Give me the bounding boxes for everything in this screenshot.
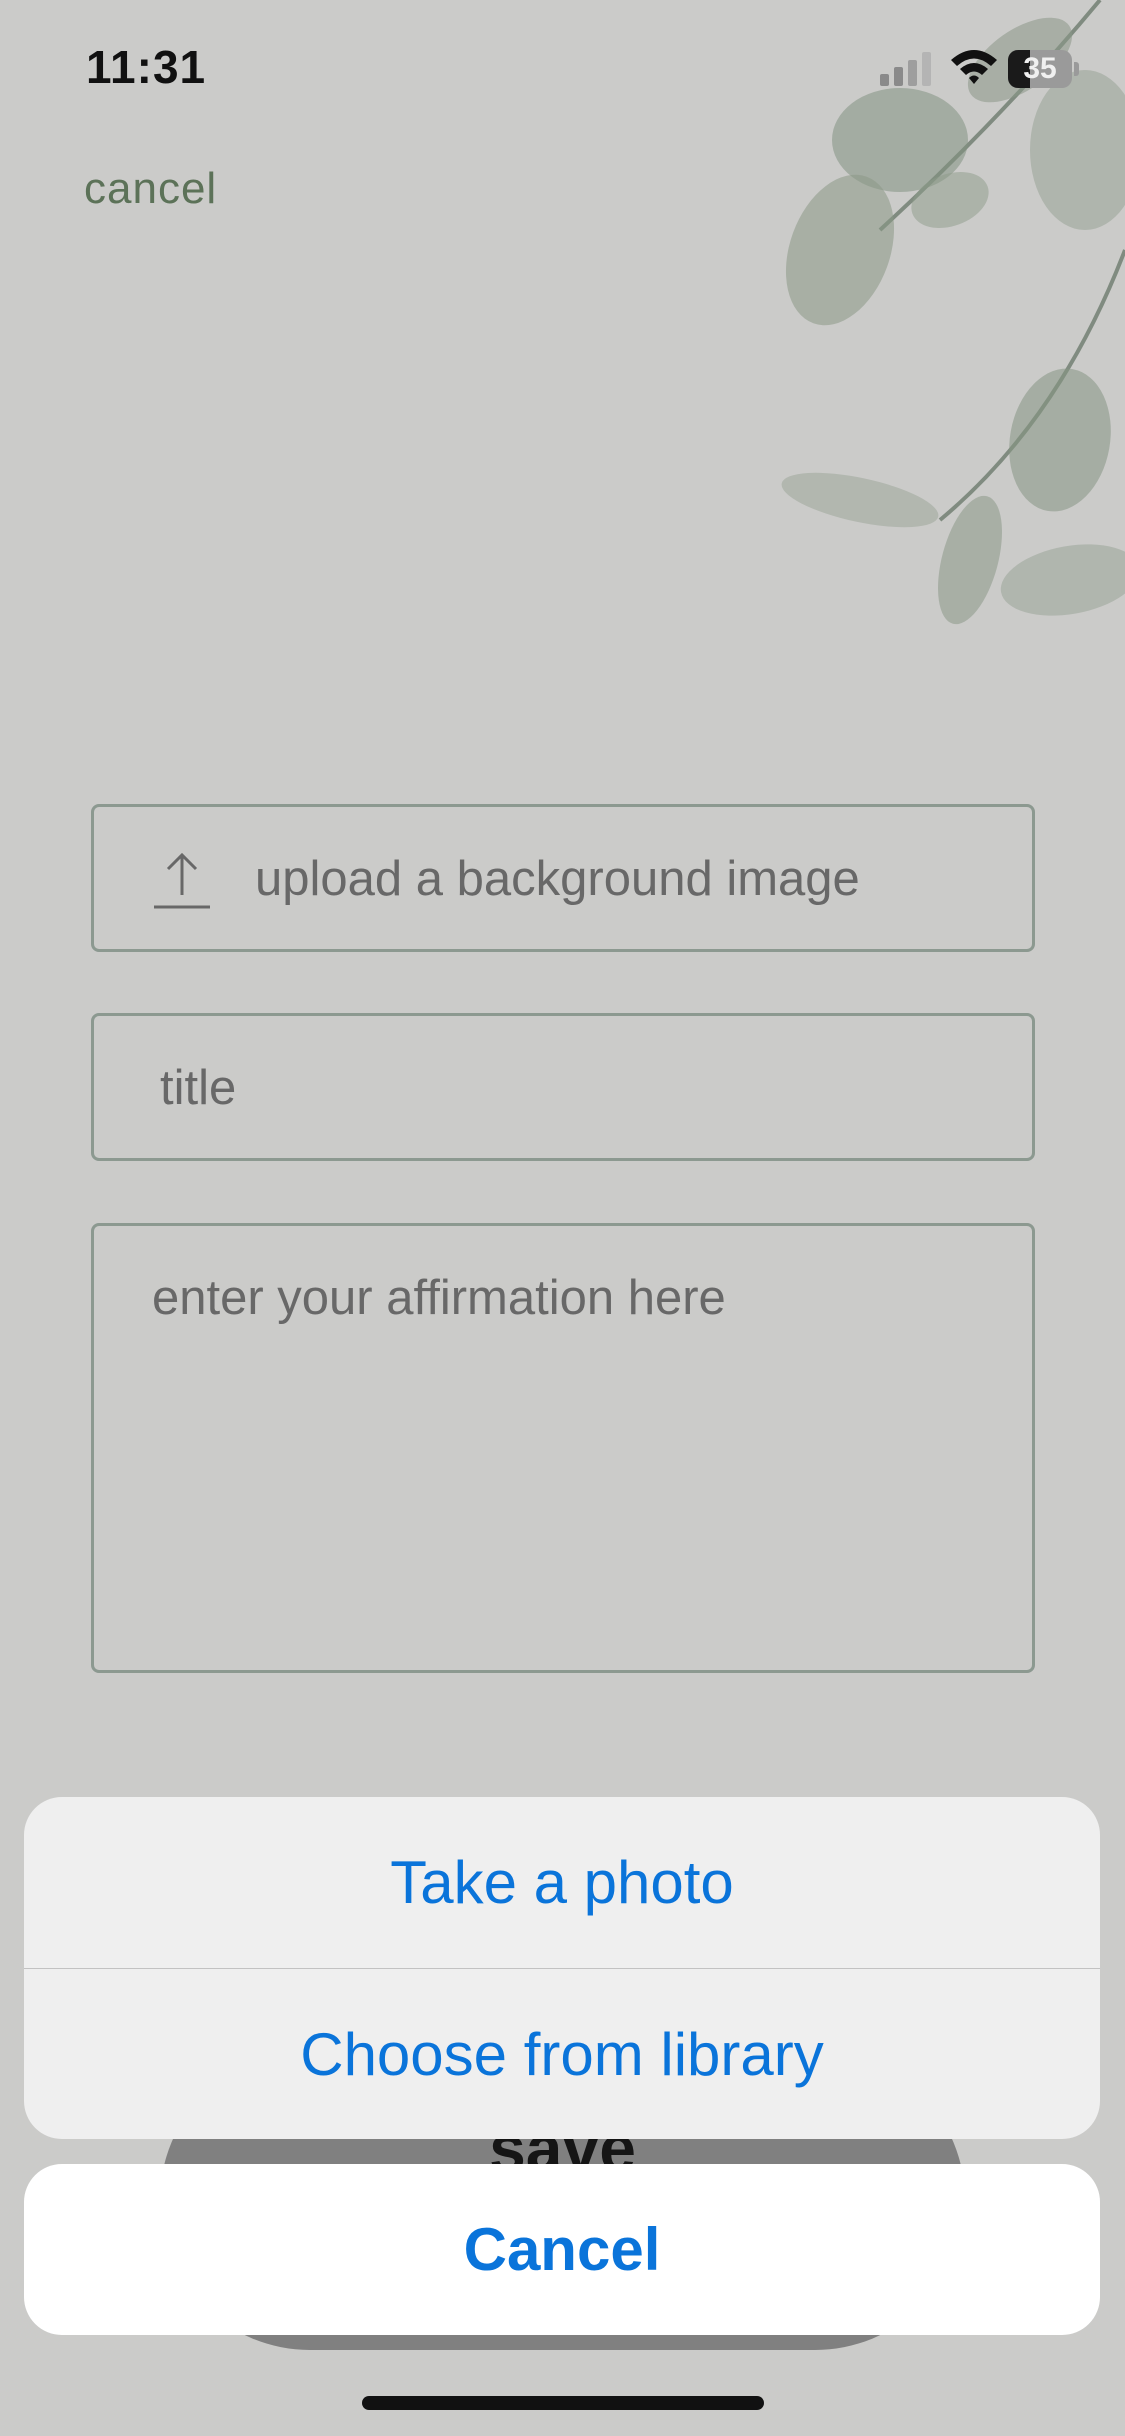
home-indicator[interactable] (362, 2396, 764, 2410)
choose-from-library-option[interactable]: Choose from library (24, 1969, 1100, 2139)
screen: 11:31 35 cancel upload a background imag… (0, 0, 1125, 2436)
action-sheet-options: Take a photo Choose from library (24, 1797, 1100, 2139)
status-bar: 11:31 35 (0, 0, 1125, 140)
take-photo-option[interactable]: Take a photo (24, 1797, 1100, 1968)
action-sheet-cancel-button[interactable]: Cancel (24, 2164, 1100, 2335)
status-time: 11:31 (86, 41, 207, 93)
action-sheet: Take a photo Choose from library Cancel (24, 1797, 1100, 2335)
signal-icon (880, 52, 931, 86)
battery-level: 35 (1023, 52, 1057, 85)
wifi-icon (951, 50, 997, 84)
battery-icon: 35 (1008, 50, 1079, 88)
